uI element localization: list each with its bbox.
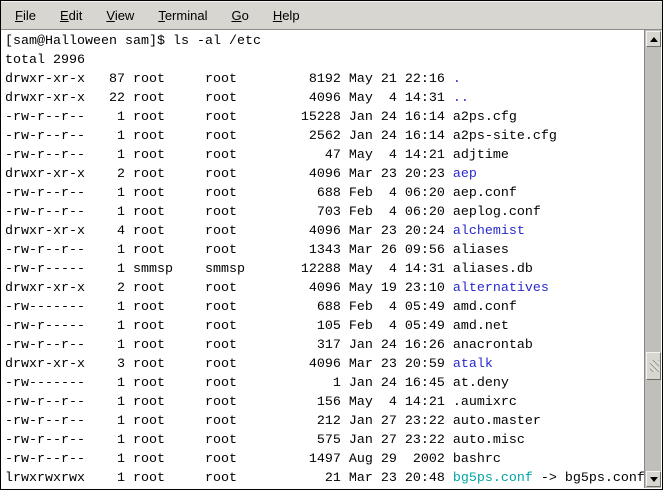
file-name: a2ps.cfg: [453, 110, 517, 125]
file-metadata: -rw------- 1 root root 1 Jan 24 16:45: [5, 376, 453, 391]
file-name: a2ps-site.cfg: [453, 129, 557, 144]
file-metadata: drwxr-xr-x 2 root root 4096 May 19 23:10: [5, 281, 453, 296]
terminal-line: -rw-r--r-- 1 root root 212 Jan 27 23:22 …: [5, 412, 644, 431]
file-metadata: -rw-r--r-- 1 root root 575 Jan 27 23:22: [5, 433, 453, 448]
terminal-line: drwxr-xr-x 2 root root 4096 Mar 23 20:23…: [5, 165, 644, 184]
file-name: auto.master: [453, 414, 541, 429]
arrow-up-icon: [650, 37, 658, 42]
file-name: .aumixrc: [453, 395, 517, 410]
terminal-line: -rw-r--r-- 1 root root 1343 Mar 26 09:56…: [5, 241, 644, 260]
file-metadata: -rw-r--r-- 1 root root 317 Jan 24 16:26: [5, 338, 453, 353]
file-metadata: -rw-r--r-- 1 root root 688 Feb 4 06:20: [5, 186, 453, 201]
file-metadata: -rw-r--r-- 1 root root 47 May 4 14:21: [5, 148, 453, 163]
terminal-line: -rw-r--r-- 1 root root 47 May 4 14:21 ad…: [5, 146, 644, 165]
directory-name: atalk: [453, 357, 493, 372]
file-metadata: -rw-r--r-- 1 root root 703 Feb 4 06:20: [5, 205, 453, 220]
terminal-line: drwxr-xr-x 3 root root 4096 Mar 23 20:59…: [5, 355, 644, 374]
prompt-line: [sam@Halloween sam]$ ls -al /etc: [5, 32, 644, 51]
file-metadata: -rw-r--r-- 1 root root 212 Jan 27 23:22: [5, 414, 453, 429]
terminal-line: -rw-r--r-- 1 root root 1497 Aug 29 2002 …: [5, 450, 644, 469]
symlink-target: -> bg5ps.conf: [533, 471, 644, 486]
scrollbar[interactable]: [644, 30, 661, 488]
file-metadata: -rw-r--r-- 1 root root 15228 Jan 24 16:1…: [5, 110, 453, 125]
directory-name: alchemist: [453, 224, 525, 239]
file-name: aeplog.conf: [453, 205, 541, 220]
directory-name: alternatives: [453, 281, 549, 296]
terminal-line: -rw-r--r-- 1 root root 2562 Jan 24 16:14…: [5, 127, 644, 146]
file-metadata: -rw-r----- 1 root root 105 Feb 4 05:49: [5, 319, 453, 334]
file-metadata: -rw-r--r-- 1 root root 156 May 4 14:21: [5, 395, 453, 410]
file-name: aliases.db: [453, 262, 533, 277]
menu-help[interactable]: Help: [265, 4, 308, 27]
file-metadata: -rw------- 1 root root 688 Feb 4 05:49: [5, 300, 453, 315]
directory-name: aep: [453, 167, 477, 182]
file-metadata: drwxr-xr-x 2 root root 4096 Mar 23 20:23: [5, 167, 453, 182]
menu-file[interactable]: File: [7, 4, 44, 27]
directory-name: .: [453, 72, 461, 87]
terminal-line: lrwxrwxrwx 1 root root 21 Mar 23 20:48 b…: [5, 469, 644, 488]
menu-terminal[interactable]: Terminal: [150, 4, 215, 27]
file-name: amd.net: [453, 319, 509, 334]
menubar: File Edit View Terminal Go Help: [1, 1, 662, 30]
terminal-window: File Edit View Terminal Go Help [sam@Hal…: [0, 0, 663, 490]
terminal-line: -rw------- 1 root root 1 Jan 24 16:45 at…: [5, 374, 644, 393]
file-name: bashrc: [453, 452, 501, 467]
scrollbar-thumb[interactable]: [646, 352, 661, 380]
terminal-line: drwxr-xr-x 2 root root 4096 May 19 23:10…: [5, 279, 644, 298]
terminal-line: -rw-r--r-- 1 root root 575 Jan 27 23:22 …: [5, 431, 644, 450]
file-name: anacrontab: [453, 338, 533, 353]
terminal-line: -rw-r--r-- 1 root root 688 Feb 4 06:20 a…: [5, 184, 644, 203]
terminal-line: -rw-r----- 1 smmsp smmsp 12288 May 4 14:…: [5, 260, 644, 279]
scrollbar-down-button[interactable]: [646, 471, 661, 487]
file-name: aliases: [453, 243, 509, 258]
menu-view[interactable]: View: [98, 4, 142, 27]
file-name: at.deny: [453, 376, 509, 391]
terminal-line: drwxr-xr-x 22 root root 4096 May 4 14:31…: [5, 89, 644, 108]
file-metadata: -rw-r--r-- 1 root root 1343 Mar 26 09:56: [5, 243, 453, 258]
terminal-line: drwxr-xr-x 87 root root 8192 May 21 22:1…: [5, 70, 644, 89]
terminal-screen[interactable]: [sam@Halloween sam]$ ls -al /etctotal 29…: [2, 30, 644, 488]
terminal-line: drwxr-xr-x 4 root root 4096 Mar 23 20:24…: [5, 222, 644, 241]
menu-edit[interactable]: Edit: [52, 4, 90, 27]
file-metadata: -rw-r----- 1 smmsp smmsp 12288 May 4 14:…: [5, 262, 453, 277]
file-name: auto.misc: [453, 433, 525, 448]
file-name: adjtime: [453, 148, 509, 163]
total-line: total 2996: [5, 51, 644, 70]
terminal-line: -rw-r--r-- 1 root root 156 May 4 14:21 .…: [5, 393, 644, 412]
file-metadata: -rw-r--r-- 1 root root 2562 Jan 24 16:14: [5, 129, 453, 144]
file-metadata: drwxr-xr-x 22 root root 4096 May 4 14:31: [5, 91, 453, 106]
file-metadata: drwxr-xr-x 87 root root 8192 May 21 22:1…: [5, 72, 453, 87]
file-metadata: lrwxrwxrwx 1 root root 21 Mar 23 20:48: [5, 471, 453, 486]
file-name: aep.conf: [453, 186, 517, 201]
file-name: amd.conf: [453, 300, 517, 315]
symlink-name: bg5ps.conf: [453, 471, 533, 486]
terminal-line: -rw-r--r-- 1 root root 15228 Jan 24 16:1…: [5, 108, 644, 127]
file-metadata: drwxr-xr-x 4 root root 4096 Mar 23 20:24: [5, 224, 453, 239]
arrow-down-icon: [650, 477, 658, 482]
file-metadata: drwxr-xr-x 3 root root 4096 Mar 23 20:59: [5, 357, 453, 372]
directory-name: ..: [453, 91, 469, 106]
terminal-line: -rw------- 1 root root 688 Feb 4 05:49 a…: [5, 298, 644, 317]
scrollbar-up-button[interactable]: [646, 31, 661, 47]
terminal-line: -rw-r--r-- 1 root root 317 Jan 24 16:26 …: [5, 336, 644, 355]
terminal-line: -rw-r----- 1 root root 105 Feb 4 05:49 a…: [5, 317, 644, 336]
terminal-line: -rw-r--r-- 1 root root 703 Feb 4 06:20 a…: [5, 203, 644, 222]
menu-go[interactable]: Go: [223, 4, 256, 27]
file-metadata: -rw-r--r-- 1 root root 1497 Aug 29 2002: [5, 452, 453, 467]
